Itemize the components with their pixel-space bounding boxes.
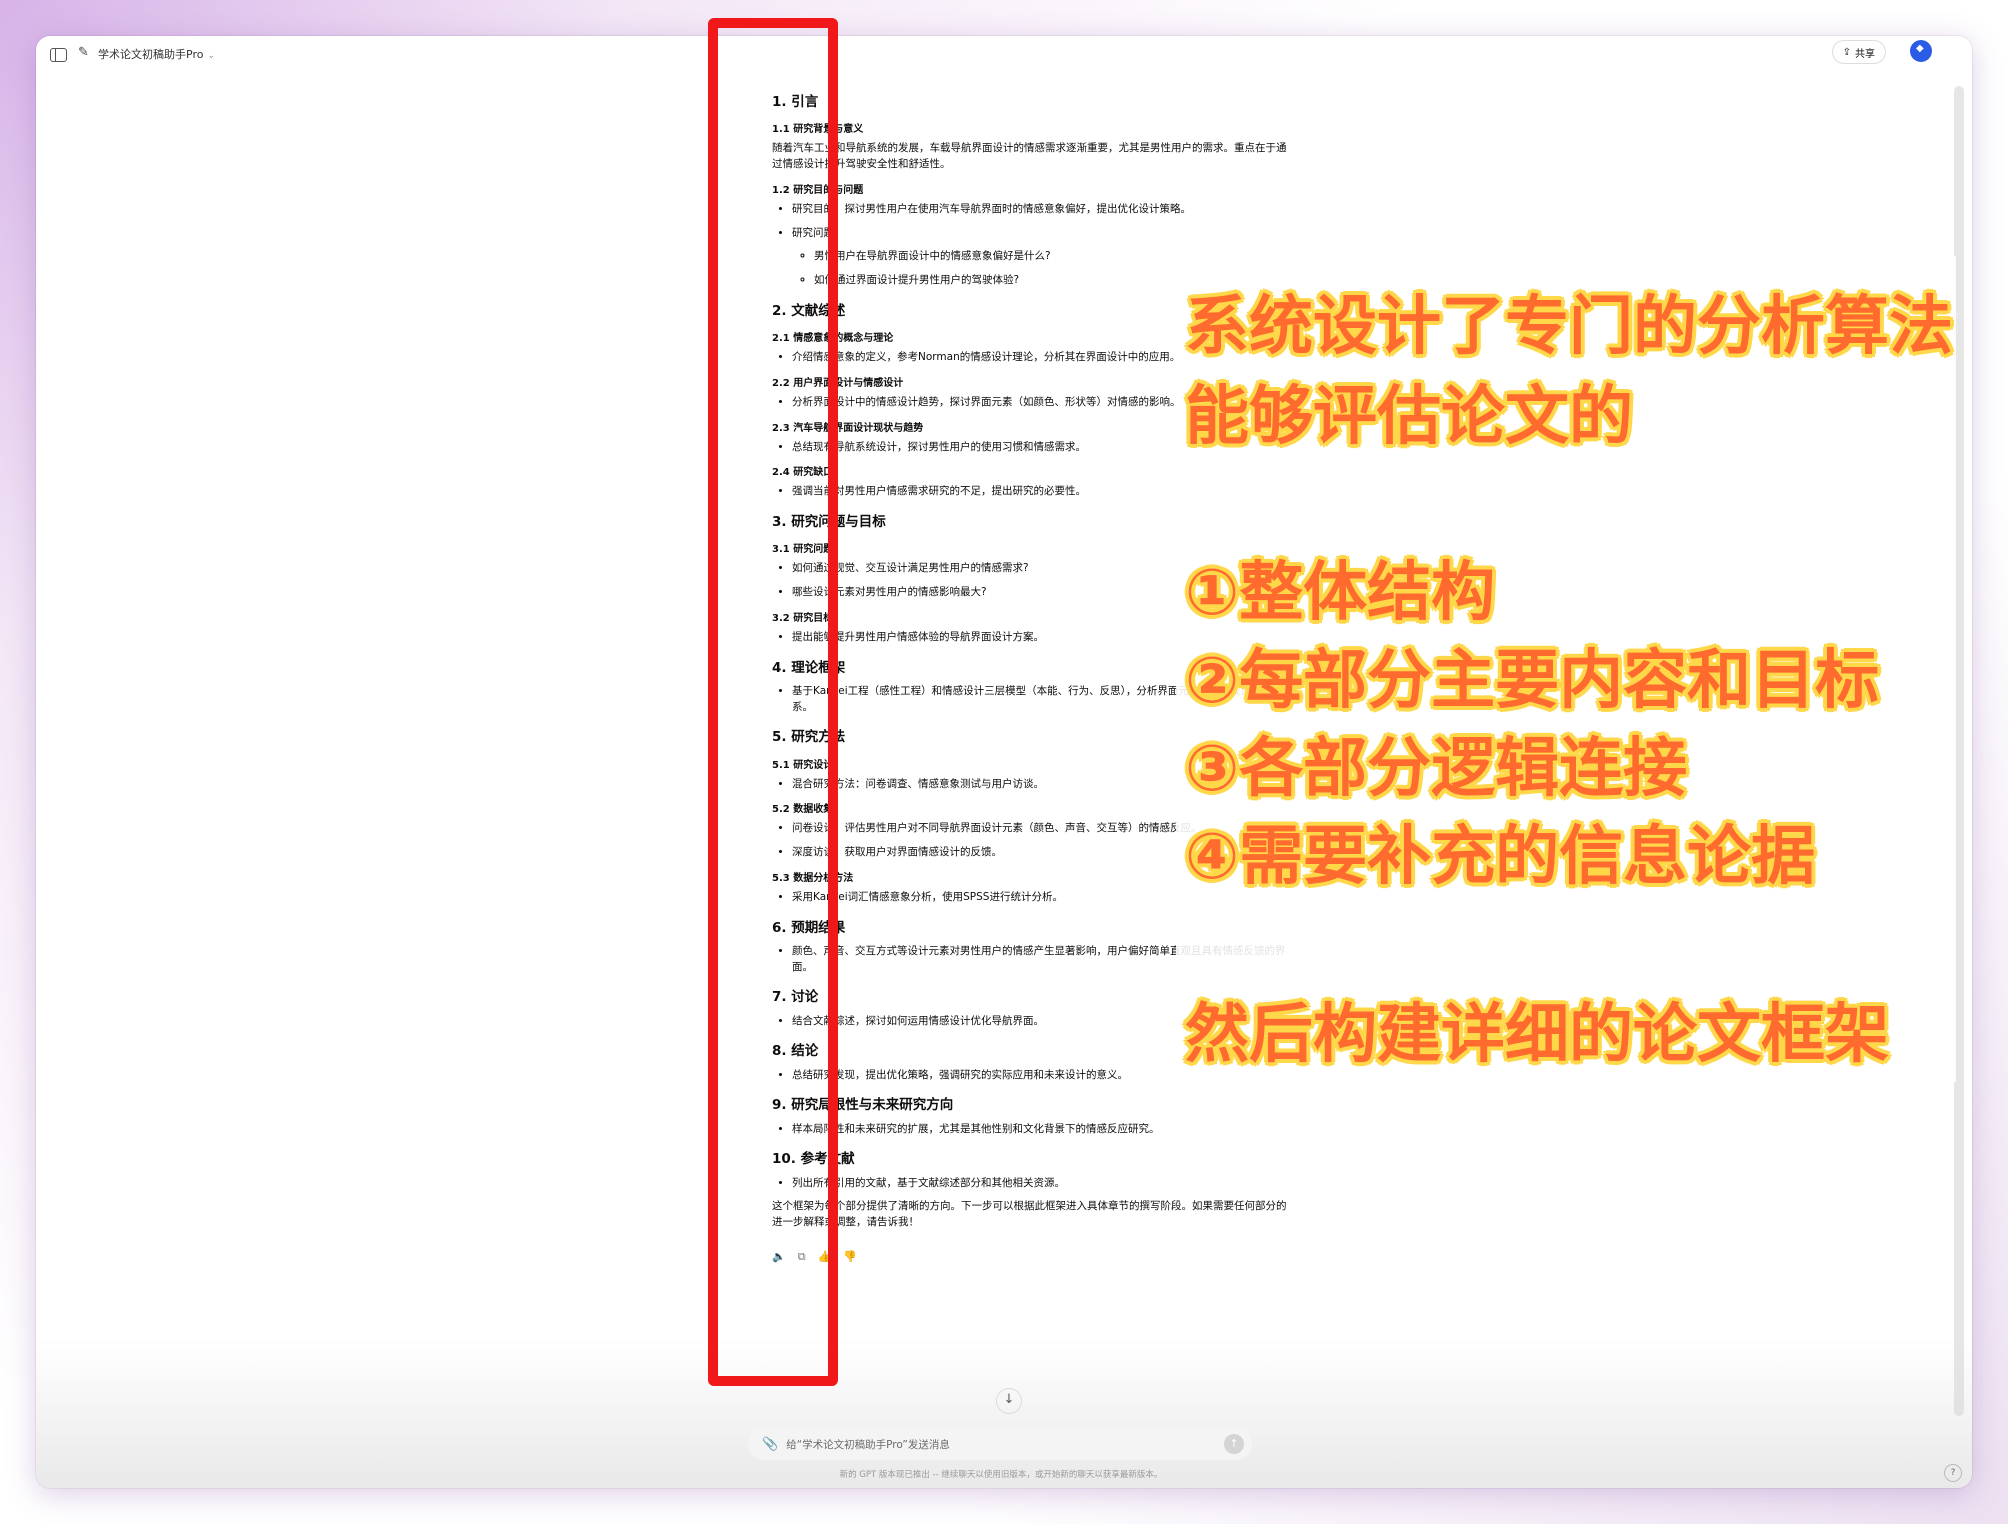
list-item: 列出所有引用的文献，基于文献综述部分和其他相关资源。 [792, 1176, 1292, 1192]
avatar-icon[interactable] [1910, 40, 1932, 62]
paragraph: 随着汽车工业和导航系统的发展，车载导航界面设计的情感需求逐渐重要，尤其是男性用户… [772, 142, 1287, 170]
footer-note: 新的 GPT 版本现已推出 -- 继续聊天以使用旧版本，或开始新的聊天以获享最新… [839, 1470, 1163, 1480]
send-arrow-icon[interactable]: ↑ [1224, 1434, 1244, 1454]
closing-paragraph: 这个框架为每个部分提供了清晰的方向。下一步可以根据此框架进入具体章节的撰写阶段。… [772, 1200, 1287, 1228]
speaker-icon[interactable]: 🔈 [772, 1249, 786, 1266]
sidebar-toggle-icon[interactable] [50, 48, 67, 62]
edit-icon[interactable]: ✎ [78, 46, 92, 60]
share-label: 共享 [1855, 48, 1875, 60]
app-title-selector[interactable]: 学术论文初稿助手Pro ⌄ [98, 46, 215, 62]
chevron-down-icon: ⌄ [207, 51, 215, 61]
annotation-line: 然后构建详细的论文框架 [1185, 998, 1889, 1072]
share-button[interactable]: ⇪ 共享 [1831, 40, 1886, 64]
message-composer[interactable]: 📎 给“学术论文初稿助手Pro”发送消息 ↑ [748, 1428, 1252, 1460]
arrow-down-icon[interactable]: ↓ [996, 1388, 1022, 1414]
annotation-item: ③各部分逻辑连接 [1185, 732, 1688, 806]
app-title: 学术论文初稿助手Pro [98, 48, 204, 61]
thumbs-down-icon[interactable]: 👎 [843, 1249, 857, 1266]
section-heading: 1. 引言 [772, 94, 819, 110]
list-item: 研究目的：探讨男性用户在使用汽车导航界面时的情感意象偏好，提出优化设计策略。 [792, 202, 1292, 218]
annotation-item: ①整体结构 [1185, 556, 1496, 630]
help-icon[interactable]: ? [1944, 1464, 1962, 1482]
subsection-heading: 1.2 研究目的与问题 [772, 184, 864, 196]
section-heading: 10. 参考文献 [772, 1151, 855, 1168]
message-actions: 🔈 ⧉ 👍 👎 [772, 1249, 1292, 1266]
annotation-item: ④需要补充的信息论据 [1185, 820, 1816, 894]
share-icon: ⇪ [1842, 46, 1851, 58]
subsection-heading: 1.1 研究背景与意义 [772, 124, 864, 136]
paperclip-icon[interactable]: 📎 [762, 1437, 778, 1452]
list-item: 样本局限性和未来研究的扩展，尤其是其他性别和文化背景下的情感反应研究。 [792, 1122, 1292, 1138]
annotation-line: 能够评估论文的 [1185, 380, 1633, 454]
thumbs-up-icon[interactable]: 👍 [818, 1249, 832, 1266]
section-heading: 9. 研究局限性与未来研究方向 [772, 1097, 954, 1114]
message-input[interactable]: 给“学术论文初稿助手Pro”发送消息 [786, 1437, 950, 1452]
annotation-item: ②每部分主要内容和目标 [1185, 644, 1880, 718]
annotation-line: 系统设计了专门的分析算法 [1185, 290, 1953, 364]
top-bar: ✎ 学术论文初稿助手Pro ⌄ ⇪ 共享 [36, 36, 1972, 76]
copy-icon[interactable]: ⧉ [798, 1249, 806, 1266]
